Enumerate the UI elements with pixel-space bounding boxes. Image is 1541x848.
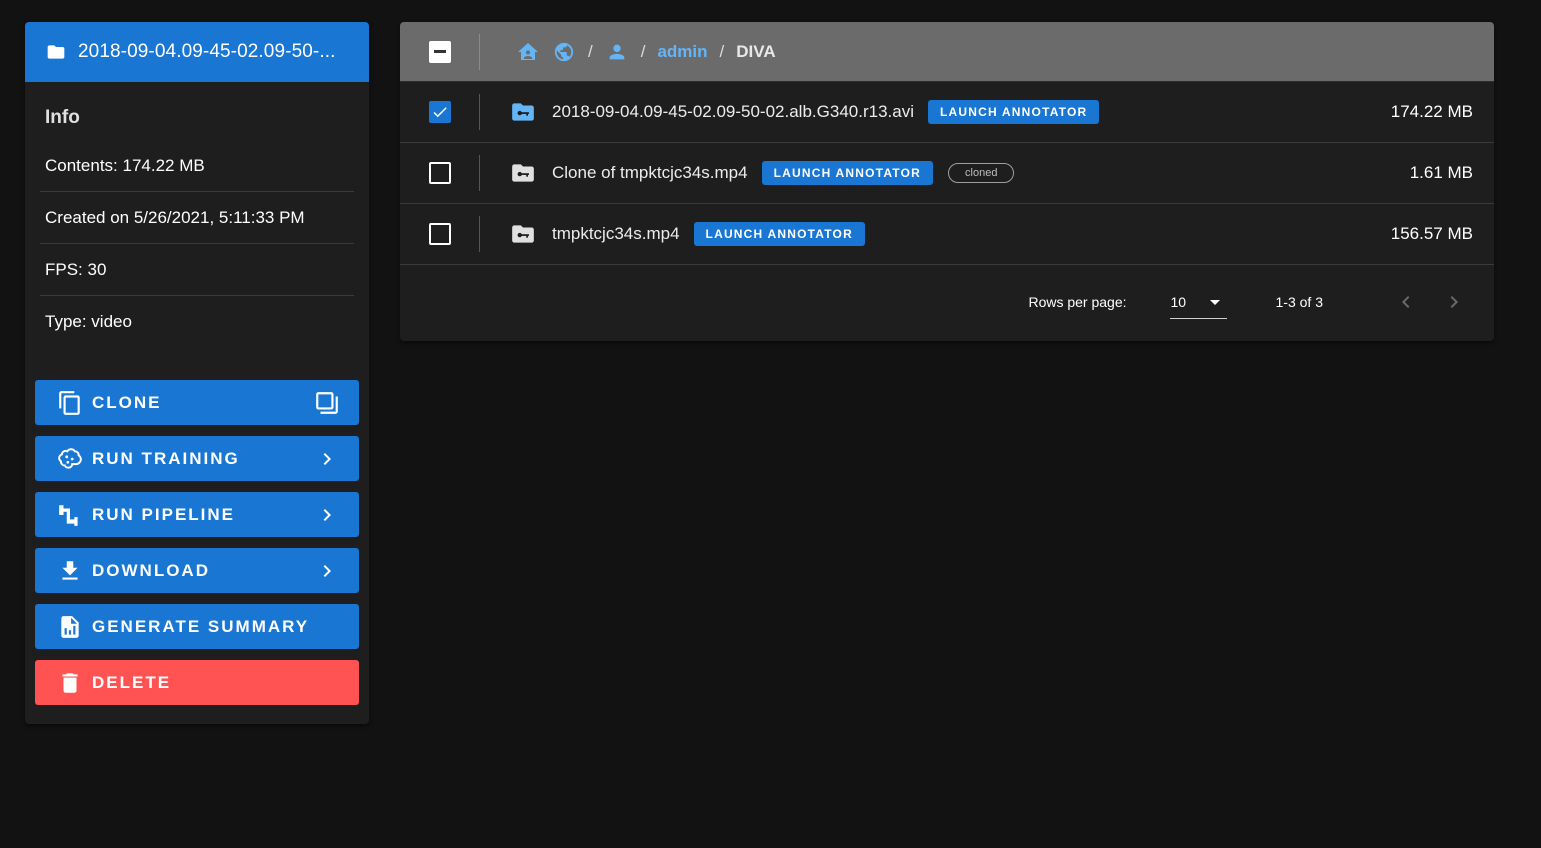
info-contents: Contents: 174.22 MB [40,140,354,192]
file-chart-icon [57,614,83,640]
run-pipeline-label: RUN PIPELINE [92,504,236,524]
delete-label: DELETE [92,672,172,692]
breadcrumb-admin[interactable]: admin [657,42,707,62]
breadcrumb-current: DIVA [736,41,776,61]
table-row[interactable]: 2018-09-04.09-45-02.09-50-02.alb.G340.r1… [400,82,1494,143]
dataset-title: 2018-09-04.09-45-02.09-50-... [78,41,336,62]
clone-label: CLONE [92,392,162,412]
globe-icon[interactable] [552,40,576,64]
file-browser-table: / / admin / DIVA 2018-09-04.09-45-02.09-… [400,22,1494,341]
download-label: DOWNLOAD [92,560,210,580]
rows-per-page-value: 10 [1170,293,1187,310]
cloned-chip: cloned [948,163,1015,183]
chevron-right-icon [313,445,341,473]
delete-button[interactable]: DELETE [35,660,359,705]
library-icon [313,389,341,417]
file-name[interactable]: 2018-09-04.09-45-02.09-50-02.alb.G340.r1… [552,102,914,122]
folder-icon [47,45,65,59]
chevron-right-icon [313,501,341,529]
file-size: 1.61 MB [1409,163,1473,182]
info-fps: FPS: 30 [40,244,354,296]
dataset-details-panel: 2018-09-04.09-45-02.09-50-... Info Conte… [25,22,369,724]
table-row[interactable]: Clone of tmpktcjc34s.mp4 LAUNCH ANNOTATO… [400,143,1494,204]
rows-per-page-label: Rows per page: [1028,294,1127,310]
page-range: 1-3 of 3 [1275,294,1323,310]
folder-key-icon [512,103,534,121]
chevron-right-icon [1450,296,1458,308]
table-toolbar: / / admin / DIVA [400,22,1494,82]
clone-button[interactable]: CLONE [35,380,359,425]
run-pipeline-button[interactable]: RUN PIPELINE [35,492,359,537]
info-created: Created on 5/26/2021, 5:11:33 PM [40,192,354,244]
select-all-cell [400,22,480,81]
pipe-icon [57,502,83,528]
folder-key-icon [512,225,534,243]
run-training-button[interactable]: RUN TRAINING [35,436,359,481]
trash-icon [57,670,83,696]
breadcrumb-separator: / [588,41,593,61]
row-checkbox[interactable] [429,162,451,184]
chevron-left-icon [1402,296,1410,308]
breadcrumb-separator: / [640,41,646,61]
folder-key-icon [512,164,534,182]
check-icon [433,107,447,118]
launch-annotator-button[interactable]: LAUNCH ANNOTATOR [693,222,865,246]
chevron-right-icon [313,557,341,585]
row-select-cell [400,204,480,264]
table-row[interactable]: tmpktcjc34s.mp4 LAUNCH ANNOTATOR 156.57 … [400,204,1494,265]
pagination-footer: Rows per page: 10 1-3 of 3 [400,265,1494,339]
download-button[interactable]: DOWNLOAD [35,548,359,593]
run-training-label: RUN TRAINING [92,448,240,468]
action-buttons: CLONE RUN TRAINING RUN PIPELINE DOWNLOAD… [35,380,359,716]
dataset-title-bar: 2018-09-04.09-45-02.09-50-... [25,22,369,82]
info-type: Type: video [45,312,132,331]
row-checkbox[interactable] [429,223,451,245]
info-list: Contents: 174.22 MB Created on 5/26/2021… [40,140,354,348]
next-page-button[interactable] [1439,287,1469,317]
menu-down-icon [1209,299,1220,305]
row-select-cell [400,82,480,142]
generate-summary-button[interactable]: GENERATE SUMMARY [35,604,359,649]
file-name[interactable]: tmpktcjc34s.mp4 [552,224,680,244]
info-heading: Info [45,107,80,128]
download-icon [57,558,83,584]
file-size: 156.57 MB [1390,224,1473,243]
home-account-icon[interactable] [516,40,540,64]
launch-annotator-button[interactable]: LAUNCH ANNOTATOR [927,100,1100,124]
account-icon[interactable] [605,40,629,64]
previous-page-button[interactable] [1391,287,1421,317]
select-all-checkbox[interactable] [429,40,451,63]
brain-icon [57,446,83,472]
rows-per-page-select[interactable]: 10 [1169,285,1227,319]
file-size: 174.22 MB [1390,102,1473,121]
file-name[interactable]: Clone of tmpktcjc34s.mp4 [552,163,748,183]
breadcrumb: / / admin / DIVA [516,40,776,64]
row-checkbox[interactable] [429,101,451,123]
launch-annotator-button[interactable]: LAUNCH ANNOTATOR [761,161,934,185]
generate-summary-label: GENERATE SUMMARY [92,616,310,636]
content-copy-icon [57,390,83,416]
breadcrumb-separator: / [719,41,725,61]
row-select-cell [400,143,480,203]
